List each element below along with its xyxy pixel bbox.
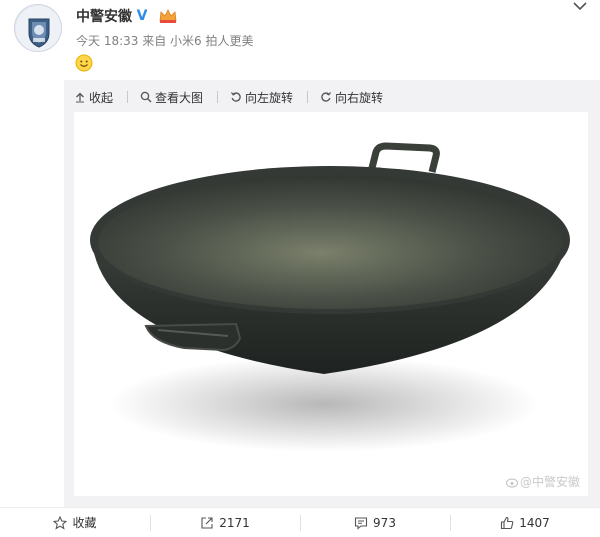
post-meta: 今天 18:33 来自 小米6 拍人更美 xyxy=(76,34,254,48)
rotate-right-icon xyxy=(321,92,332,102)
image-watermark: @中警安徽 xyxy=(505,473,580,490)
comment-icon xyxy=(354,516,368,530)
rotate-left-label: 向左旋转 xyxy=(245,90,294,105)
repost-count: 2171 xyxy=(219,515,250,530)
rotate-left-icon xyxy=(231,92,241,102)
view-large-label: 查看大图 xyxy=(155,90,204,105)
chevron-down-icon[interactable] xyxy=(572,0,588,14)
image-toolbar: 收起 查看大图 向左旋转 向右旋转 xyxy=(74,88,397,106)
wok-image xyxy=(90,142,570,452)
toolbar-divider xyxy=(307,91,309,103)
collapse-button[interactable]: 收起 xyxy=(74,89,113,106)
collapse-up-icon xyxy=(76,92,84,103)
police-badge-icon xyxy=(16,6,61,51)
toolbar-divider xyxy=(217,91,219,103)
favorite-button[interactable]: 收藏 xyxy=(0,511,150,535)
magnifier-icon xyxy=(140,91,152,103)
rotate-left-button[interactable]: 向左旋转 xyxy=(230,89,293,106)
weibo-logo-icon xyxy=(505,477,519,488)
verified-v-icon: V xyxy=(134,8,150,24)
like-button[interactable]: 1407 xyxy=(450,511,600,535)
avatar[interactable] xyxy=(14,4,62,52)
media-container: 收起 查看大图 向左旋转 向右旋转 @中警安徽 xyxy=(64,80,600,507)
rotate-right-button[interactable]: 向右旋转 xyxy=(320,89,383,106)
watermark-text: @中警安徽 xyxy=(519,475,580,489)
thumbs-up-icon xyxy=(501,516,514,529)
view-large-button[interactable]: 查看大图 xyxy=(140,89,203,106)
post-header: 中警安徽 V 今天 18:33 来自 小米6 拍人更美 xyxy=(0,0,600,80)
smile-emoji-icon xyxy=(75,54,93,72)
like-count: 1407 xyxy=(519,515,550,530)
favorite-label: 收藏 xyxy=(72,516,97,530)
post-image[interactable]: @中警安徽 xyxy=(74,112,588,496)
repost-button[interactable]: 2171 xyxy=(150,511,300,535)
comment-button[interactable]: 973 xyxy=(300,511,450,535)
comment-count: 973 xyxy=(373,515,396,530)
username[interactable]: 中警安徽 xyxy=(76,6,132,26)
collapse-label: 收起 xyxy=(89,90,114,105)
star-icon xyxy=(53,515,68,530)
rotate-right-label: 向右旋转 xyxy=(335,90,384,105)
repost-icon xyxy=(201,516,213,529)
toolbar-divider xyxy=(127,91,129,103)
crown-icon xyxy=(159,9,177,23)
action-bar: 收藏 2171 973 1407 xyxy=(0,507,600,537)
